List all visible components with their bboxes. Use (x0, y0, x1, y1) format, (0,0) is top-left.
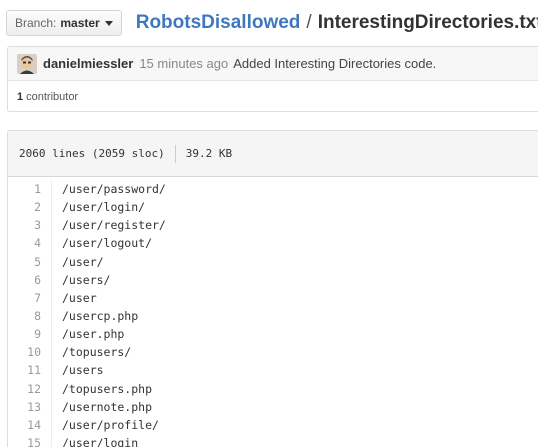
file-name: InterestingDirectories.txt (317, 12, 538, 33)
line-content: /user/logout/ (62, 236, 153, 251)
code-line: 2/user/login/ (8, 198, 538, 217)
code-body: 1/user/password/2/user/login/3/user/regi… (8, 177, 538, 447)
line-number[interactable]: 4 (8, 234, 52, 253)
code-line: 9/user.php (8, 325, 538, 344)
code-line: 3/user/register/ (8, 216, 538, 235)
file-navigation: Branch: master RobotsDisallowed / Intere… (6, 9, 538, 37)
line-content: /user.php (62, 327, 125, 342)
line-content: /user (62, 290, 97, 305)
file-header: 2060 lines (2059 sloc) 39.2 KB (8, 131, 538, 177)
code-line: 12/topusers.php (8, 379, 538, 398)
branch-prefix-label: Branch: (15, 16, 57, 30)
line-number[interactable]: 13 (8, 397, 52, 416)
line-number[interactable]: 11 (8, 361, 52, 380)
commit-author[interactable]: danielmiessler (43, 56, 133, 71)
avatar[interactable] (17, 53, 37, 74)
file-info-divider (174, 144, 176, 163)
file-view-page: Branch: master RobotsDisallowed / Intere… (0, 0, 538, 447)
code-line: 5/user/ (8, 252, 538, 271)
contributors-count: 1 (17, 90, 24, 103)
code-line: 13/usernote.php (8, 397, 538, 416)
line-number[interactable]: 2 (8, 198, 52, 217)
line-content: /users/ (62, 272, 111, 287)
line-number[interactable]: 6 (8, 270, 52, 289)
line-number[interactable]: 3 (8, 216, 52, 235)
code-line: 1/user/password/ (8, 180, 538, 199)
code-line: 10/topusers/ (8, 343, 538, 362)
contributors-label: contributor (26, 90, 79, 103)
code-line: 15/user/login (8, 433, 538, 447)
line-content: /topusers/ (62, 345, 132, 360)
file-size: 39.2 KB (185, 147, 233, 160)
line-number[interactable]: 12 (8, 379, 52, 398)
code-line: 11/users (8, 361, 538, 380)
contributors-row[interactable]: 1 contributor (8, 81, 538, 112)
branch-name: master (60, 16, 100, 30)
line-number[interactable]: 7 (8, 288, 52, 307)
breadcrumb: RobotsDisallowed / InterestingDirectorie… (136, 12, 538, 34)
code-line: 14/user/profile/ (8, 415, 538, 434)
code-line: 6/users/ (8, 270, 538, 289)
file-line-count: 2060 lines (2059 sloc) (19, 147, 165, 160)
line-number[interactable]: 9 (8, 325, 52, 344)
branch-select-button[interactable]: Branch: master (6, 10, 122, 36)
line-number[interactable]: 1 (8, 180, 52, 199)
line-content: /users (62, 363, 104, 378)
line-content: /user/login/ (62, 200, 146, 215)
line-number[interactable]: 14 (8, 415, 52, 434)
commit-message[interactable]: Added Interesting Directories code. (233, 56, 436, 71)
code-line: 4/user/logout/ (8, 234, 538, 253)
breadcrumb-separator: / (306, 12, 312, 33)
line-content: /usernote.php (62, 399, 153, 414)
line-number[interactable]: 10 (8, 343, 52, 362)
line-number[interactable]: 8 (8, 306, 52, 326)
commit-time: 15 minutes ago (139, 56, 229, 71)
line-content: /user/password/ (62, 182, 166, 196)
file-content-box: 2060 lines (2059 sloc) 39.2 KB 1/user/pa… (7, 130, 538, 447)
line-number[interactable]: 5 (8, 252, 52, 271)
caret-down-icon (104, 20, 113, 26)
line-content: /topusers.php (62, 381, 153, 396)
code-line: 7/user (8, 288, 538, 307)
repo-link[interactable]: RobotsDisallowed (136, 12, 301, 34)
line-content: /usercp.php (62, 308, 139, 323)
commit-info-row: danielmiessler 15 minutes ago Added Inte… (8, 47, 538, 81)
line-content: /user/ (62, 254, 104, 269)
line-content: /user/profile/ (62, 417, 159, 432)
line-content: /user/register/ (62, 218, 166, 233)
line-content: /user/login (62, 435, 139, 447)
commit-tease: danielmiessler 15 minutes ago Added Inte… (7, 46, 538, 112)
user-avatar-icon (17, 53, 37, 74)
line-number[interactable]: 15 (8, 433, 52, 447)
code-line: 8/usercp.php (8, 306, 538, 326)
